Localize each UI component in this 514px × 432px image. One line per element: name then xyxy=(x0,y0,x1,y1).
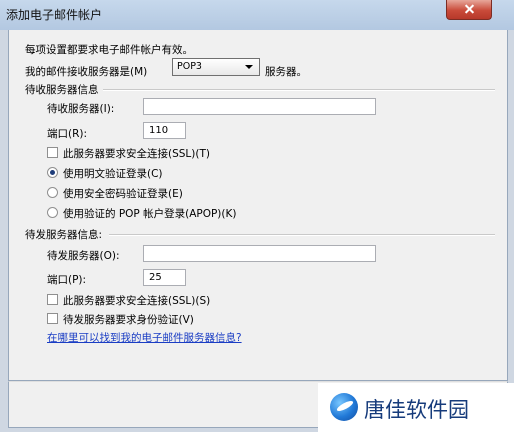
server-type-label: 我的邮件接收服务器是(M) xyxy=(25,66,148,78)
help-link[interactable]: 在哪里可以找到我的电子邮件服务器信息? xyxy=(47,330,242,345)
auth-radio-apop[interactable] xyxy=(47,207,58,218)
auth-radio-plain[interactable] xyxy=(47,167,58,178)
server-type-select[interactable]: POP3 xyxy=(172,58,260,76)
incoming-port-input[interactable]: 110 xyxy=(143,122,186,139)
outgoing-ssl-checkbox[interactable] xyxy=(47,294,58,305)
dialog-body: 每项设置都要求电子邮件帐户有效。 我的邮件接收服务器是(M) POP3 服务器。… xyxy=(8,30,508,381)
title-bar: 添加电子邮件帐户 xyxy=(0,0,514,30)
incoming-section-title: 待收服务器信息 xyxy=(25,84,99,96)
window-title: 添加电子邮件帐户 xyxy=(6,8,103,22)
outgoing-ssl-label: 此服务器要求安全连接(SSL)(S) xyxy=(63,295,211,307)
incoming-port-label: 端口(R): xyxy=(47,128,88,140)
intro-text: 每项设置都要求电子邮件帐户有效。 xyxy=(25,44,193,56)
outgoing-auth-label: 待发服务器要求身份验证(V) xyxy=(63,314,194,326)
incoming-ssl-checkbox[interactable] xyxy=(47,147,58,158)
outgoing-section-title: 待发服务器信息: xyxy=(25,229,103,241)
close-button[interactable] xyxy=(446,0,492,20)
incoming-server-input[interactable] xyxy=(143,98,376,115)
auth-radio-spa[interactable] xyxy=(47,187,58,198)
outgoing-separator xyxy=(109,234,495,236)
incoming-separator xyxy=(103,89,495,91)
outgoing-auth-checkbox[interactable] xyxy=(47,313,58,324)
outgoing-server-label: 待发服务器(O): xyxy=(47,250,120,262)
watermark-logo-icon xyxy=(330,393,358,421)
outgoing-port-label: 端口(P): xyxy=(47,274,87,286)
incoming-server-label: 待收服务器(I): xyxy=(47,103,115,115)
auth-option-apop: 使用验证的 POP 帐户登录(APOP)(K) xyxy=(63,208,237,220)
auth-option-plain: 使用明文验证登录(C) xyxy=(63,168,163,180)
server-type-suffix: 服务器。 xyxy=(265,66,307,78)
watermark-text: 唐佳软件园 xyxy=(364,398,469,422)
outgoing-port-input[interactable]: 25 xyxy=(143,269,186,286)
incoming-ssl-label: 此服务器要求安全连接(SSL)(T) xyxy=(63,148,210,160)
outgoing-server-input[interactable] xyxy=(143,245,376,262)
watermark: 唐佳软件园 xyxy=(318,383,514,432)
chevron-down-icon xyxy=(245,65,253,69)
auth-option-spa: 使用安全密码验证登录(E) xyxy=(63,188,183,200)
server-type-value: POP3 xyxy=(177,61,202,72)
